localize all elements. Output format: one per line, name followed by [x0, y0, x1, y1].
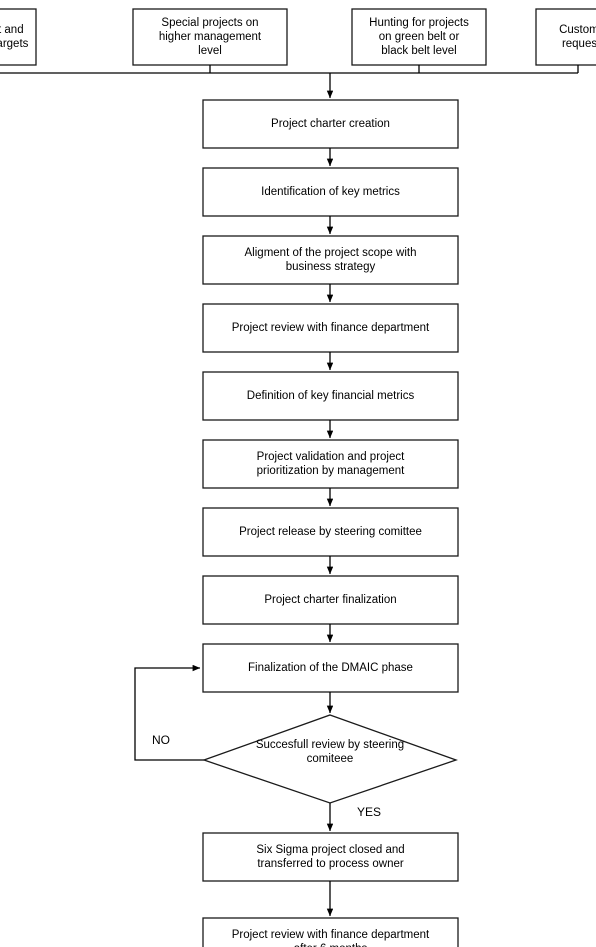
decision-diamond-successfull-review-steering-shape — [202, 714, 458, 804]
step-box-project-review-finance-shape — [202, 303, 459, 353]
input-collector-bus — [0, 65, 579, 74]
step-box-finalization-dmaic-phase-shape — [202, 643, 459, 693]
outcome-box-project-review-finance-after-shape — [202, 917, 459, 947]
input-box-customer-requests-shape — [535, 8, 596, 66]
step-box-identification-key-metrics-shape — [202, 167, 459, 217]
input-box-profit-loss-targets-shape — [0, 8, 37, 66]
input-box-special-projects-shape — [132, 8, 288, 66]
flowchart-vector-layer — [0, 8, 596, 947]
input-box-hunting-projects-shape — [351, 8, 487, 66]
step-box-project-validation-prioritization-shape — [202, 439, 459, 489]
outcome-box-six-sigma-closed-shape — [202, 832, 459, 882]
edge-decision-no-loopback — [134, 664, 204, 761]
step-box-project-release-steering-shape — [202, 507, 459, 557]
step-box-project-charter-finalization-shape — [202, 575, 459, 625]
flowchart-canvas: Profit and loss targets Special projects… — [0, 0, 596, 947]
step-box-project-charter-creation-shape — [202, 99, 459, 149]
step-box-definition-key-financial-metrics-shape — [202, 371, 459, 421]
step-box-aligment-project-scope-shape — [202, 235, 459, 285]
